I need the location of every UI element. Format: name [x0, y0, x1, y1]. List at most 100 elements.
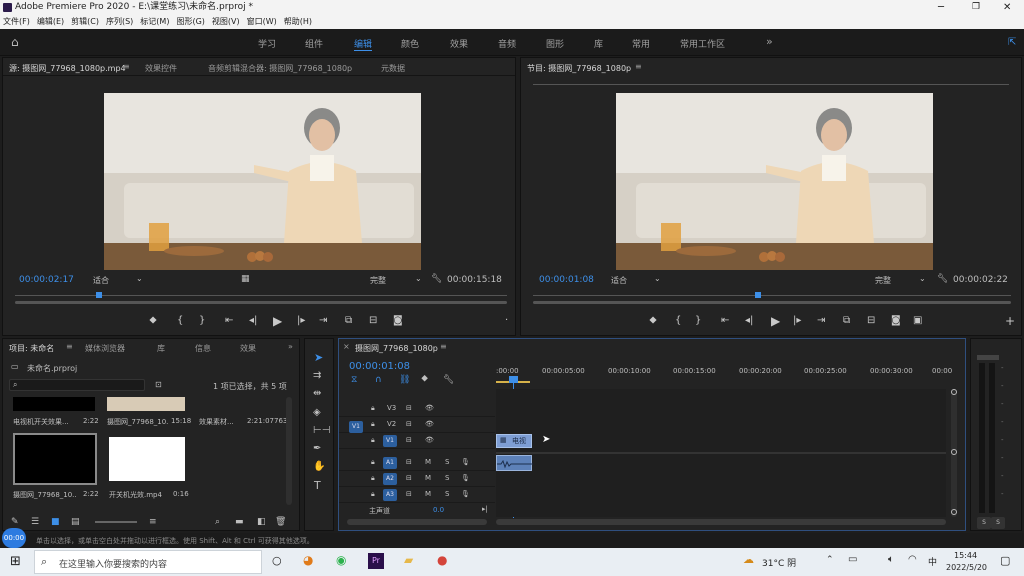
program-timecode[interactable]: 00:00:01:08 [539, 275, 594, 285]
menu-sequence[interactable]: 序列(S) [106, 17, 133, 26]
menu-help[interactable]: 帮助(H) [284, 17, 312, 26]
tab-program[interactable]: 节目: 摄图网_77968_1080p [527, 63, 631, 74]
taskbar-app-premiere-icon[interactable]: Pr [368, 553, 384, 569]
selection-tool-icon[interactable]: ➤ [314, 351, 323, 364]
weather-text[interactable]: 31°C 阴 [762, 556, 796, 569]
taskbar-app-explorer-icon[interactable]: ▰ [404, 553, 413, 567]
program-go-to-in-icon[interactable]: ⇤ [721, 315, 729, 326]
source-wrench-icon[interactable]: 🔧︎ [431, 274, 442, 284]
source-mark-out-icon[interactable]: } [199, 315, 205, 326]
v2-sync-icon[interactable]: ⊟ [406, 420, 412, 428]
a3-solo-button[interactable]: S [445, 490, 449, 498]
timeline-settings-icon[interactable]: 🔧︎ [443, 375, 454, 385]
maximize-icon[interactable]: ❐ [972, 0, 980, 15]
v1-sync-icon[interactable]: ⊟ [406, 436, 412, 444]
menu-clip[interactable]: 剪辑(C) [71, 17, 99, 26]
program-tab-menu-icon[interactable]: ≡ [635, 62, 642, 71]
track-label-a3[interactable]: A3 [383, 489, 397, 501]
program-fit-select[interactable]: 适合 [611, 275, 627, 286]
menu-file[interactable]: 文件(F) [3, 17, 30, 26]
project-tab-menu-icon[interactable]: ≡ [66, 342, 73, 351]
workspace-libraries[interactable]: 库 [594, 37, 603, 50]
audio-clip[interactable] [496, 455, 533, 471]
timeline-vertical-scrollbar[interactable] [951, 389, 957, 517]
track-select-tool-icon[interactable]: ⇉ [313, 370, 321, 381]
taskbar-time[interactable]: 15:44 [954, 551, 977, 560]
meter-solo-right[interactable]: S [991, 517, 1005, 529]
taskbar-search-placeholder[interactable]: 在这里输入你要搜索的内容 [59, 557, 167, 570]
tab-effect-controls[interactable]: 效果控件 [145, 63, 177, 74]
tab-project[interactable]: 项目: 未命名 [9, 343, 54, 354]
timeline-tab-menu-icon[interactable]: ≡ [440, 342, 447, 351]
snap-icon[interactable]: ∩ [375, 375, 382, 385]
timeline-ruler[interactable]: :00:00 00:00:05:00 00:00:10:00 00:00:15:… [496, 361, 952, 385]
write-lock-icon[interactable]: ✎ [11, 517, 19, 527]
program-step-forward-icon[interactable]: |▸ [793, 315, 801, 326]
workspace-audio[interactable]: 音频 [498, 37, 516, 50]
source-step-forward-icon[interactable]: |▸ [297, 315, 305, 326]
menu-window[interactable]: 窗口(W) [247, 17, 277, 26]
program-quality-select[interactable]: 完整 [875, 275, 891, 286]
tray-network-icon[interactable]: ▭ [848, 554, 857, 565]
master-volume-value[interactable]: 0.0 [433, 506, 444, 514]
workspace-assembly[interactable]: 组件 [305, 37, 323, 50]
source-timecode[interactable]: 00:00:02:17 [19, 275, 74, 285]
tab-effects[interactable]: 效果 [240, 343, 256, 354]
v2-lock-icon[interactable]: 🔒︎ [371, 420, 375, 429]
workspace-graphics[interactable]: 图形 [546, 37, 564, 50]
source-patch-v1[interactable]: V1 [349, 421, 363, 433]
program-extract-icon[interactable]: ⊟ [867, 315, 875, 326]
a1-mic-icon[interactable]: 🎙︎ [461, 458, 470, 466]
project-thumb-0[interactable] [13, 397, 95, 411]
source-insert-icon[interactable]: ⧉ [345, 315, 352, 326]
new-item-icon[interactable]: ◧ [257, 517, 266, 527]
source-quality-chevron-icon[interactable]: ⌄ [415, 274, 422, 283]
source-mark-in-icon[interactable]: { [177, 315, 183, 326]
source-play-icon[interactable]: ▶ [273, 314, 282, 328]
workspace-common[interactable]: 常用 [632, 37, 650, 50]
type-tool-icon[interactable]: T [314, 479, 321, 492]
tab-media-browser[interactable]: 媒体浏览器 [85, 343, 125, 354]
timeline-header-scrollbar[interactable] [347, 519, 487, 525]
ime-indicator[interactable]: 中 [928, 555, 937, 568]
workspace-custom[interactable]: 常用工作区 [680, 37, 725, 50]
timeline-playhead-handle[interactable] [509, 376, 518, 383]
windows-start-icon[interactable]: ⊞ [10, 554, 21, 569]
a2-solo-button[interactable]: S [445, 474, 449, 482]
tab-info[interactable]: 信息 [195, 343, 211, 354]
minimize-icon[interactable]: ─ [938, 0, 944, 15]
program-add-button-icon[interactable]: + [1005, 314, 1015, 328]
project-scrollbar[interactable] [286, 397, 292, 505]
workspace-learn[interactable]: 学习 [258, 37, 276, 50]
av-divider[interactable] [496, 452, 946, 454]
track-label-a1[interactable]: A1 [383, 457, 397, 469]
project-thumb-1[interactable] [107, 397, 185, 411]
a1-mute-button[interactable]: M [425, 458, 431, 466]
program-step-back-icon[interactable]: ◂| [745, 315, 753, 326]
program-add-marker-icon[interactable]: ⯁ [649, 316, 657, 327]
a2-lock-icon[interactable]: 🔒︎ [371, 474, 375, 483]
taskbar-app-other-icon[interactable]: ● [437, 553, 447, 567]
program-lift-icon[interactable]: ⧉ [843, 315, 850, 326]
source-playhead[interactable] [95, 292, 102, 298]
notification-icon[interactable]: ▢ [1000, 554, 1010, 567]
a3-mic-icon[interactable]: 🎙︎ [461, 490, 470, 498]
source-quality-select[interactable]: 完整 [370, 275, 386, 286]
a3-mute-button[interactable]: M [425, 490, 431, 498]
tab-metadata[interactable]: 元数据 [381, 63, 405, 74]
project-search-input[interactable]: ⌕ [9, 379, 145, 391]
video-clip[interactable]: ▦ 电视 [496, 434, 532, 448]
source-more-icon[interactable]: · [505, 315, 508, 326]
workspace-editing[interactable]: 编辑 [354, 37, 373, 51]
taskbar-app-wechat-icon[interactable]: ◉ [336, 553, 346, 567]
more-workspaces-icon[interactable]: » [766, 35, 773, 48]
playback-badge[interactable]: 00:00 [2, 528, 26, 548]
timeline-marker-icon[interactable]: ⯁ [421, 375, 428, 385]
close-icon[interactable]: ✕ [1003, 0, 1011, 15]
source-time-ruler[interactable] [15, 289, 507, 298]
source-add-marker-icon[interactable]: ⯁ [149, 316, 157, 327]
master-go-to-end-icon[interactable]: ▸| [482, 505, 488, 513]
linked-selection-icon[interactable]: ⛓ [399, 375, 410, 385]
v1-eye-icon[interactable]: 👁︎ [425, 436, 434, 444]
timeline-timecode[interactable]: 00:00:01:08 [349, 361, 410, 372]
